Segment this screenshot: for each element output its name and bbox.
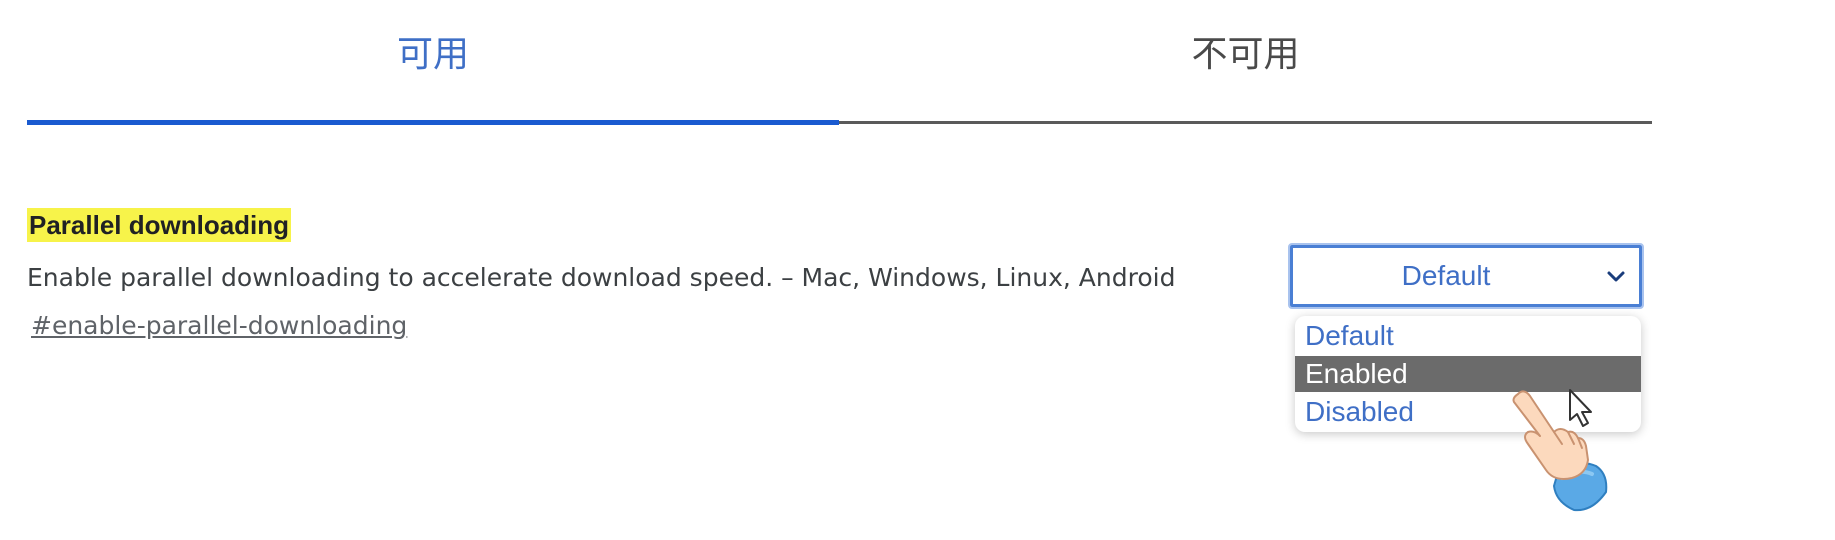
tab-divider [839, 121, 1652, 124]
mouse-cursor-icon [1569, 389, 1592, 427]
tab-unavailable[interactable]: 不可用 [839, 0, 1652, 124]
flag-description: Enable parallel downloading to accelerat… [27, 263, 1176, 292]
tab-active-indicator [27, 120, 839, 125]
flag-anchor-link[interactable]: #enable-parallel-downloading [31, 310, 407, 342]
tab-unavailable-label: 不可用 [1191, 34, 1300, 75]
tab-bar: 可用 不可用 [27, 0, 1652, 125]
pointing-hand-icon [1512, 389, 1608, 512]
tab-available[interactable]: 可用 [27, 0, 839, 125]
flag-title: Parallel downloading [27, 208, 292, 242]
chevron-down-icon [1607, 271, 1625, 282]
select-current-value: Default [1401, 260, 1491, 291]
option-default[interactable]: Default [1295, 318, 1641, 354]
tab-available-label: 可用 [396, 34, 469, 75]
flag-state-select[interactable]: Default [1288, 243, 1644, 309]
